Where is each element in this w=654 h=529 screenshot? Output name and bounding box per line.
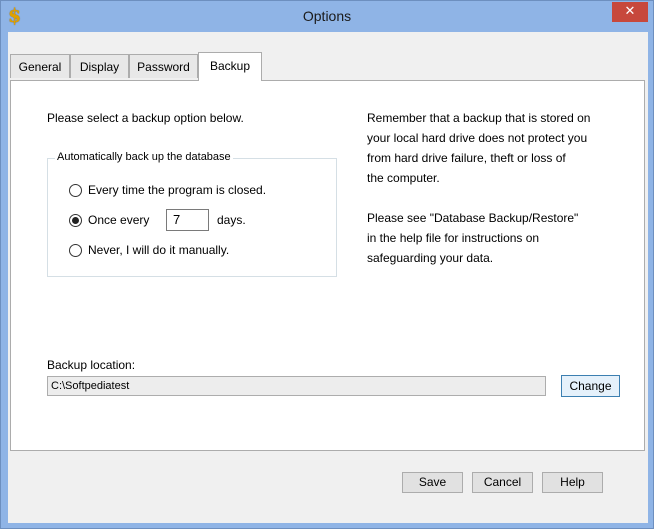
tab-general[interactable]: General <box>10 54 70 78</box>
radio-once-every[interactable] <box>69 214 82 227</box>
days-suffix-label: days. <box>217 213 246 227</box>
days-input[interactable]: 7 <box>166 209 209 231</box>
backup-tab-panel: Please select a backup option below. Aut… <box>10 80 645 451</box>
radio-every-close-label[interactable]: Every time the program is closed. <box>88 183 266 197</box>
backup-note-line-3: from hard drive failure, theft or loss o… <box>367 151 566 165</box>
backup-intro-text: Please select a backup option below. <box>47 111 244 125</box>
backup-note-line-1: Remember that a backup that is stored on <box>367 111 591 125</box>
radio-never-label[interactable]: Never, I will do it manually. <box>88 243 229 257</box>
help-note-line-3: safeguarding your data. <box>367 251 494 265</box>
dialog-body: General Display Password Backup Please s… <box>8 32 648 523</box>
help-button[interactable]: Help <box>542 472 603 493</box>
cancel-button[interactable]: Cancel <box>472 472 533 493</box>
options-window: $ Options ✕ General Display Password Bac… <box>0 0 654 529</box>
close-button[interactable]: ✕ <box>612 2 648 22</box>
radio-every-close[interactable] <box>69 184 82 197</box>
help-note-line-1: Please see "Database Backup/Restore" <box>367 211 579 225</box>
backup-location-label: Backup location: <box>47 358 136 372</box>
help-note-line-2: in the help file for instructions on <box>367 231 540 245</box>
radio-selected-dot <box>72 217 79 224</box>
title-bar[interactable]: $ Options ✕ <box>1 1 653 32</box>
window-title: Options <box>302 8 352 24</box>
radio-once-every-label[interactable]: Once every <box>88 213 149 227</box>
tab-password[interactable]: Password <box>129 54 198 78</box>
radio-never[interactable] <box>69 244 82 257</box>
save-button[interactable]: Save <box>402 472 463 493</box>
tab-display[interactable]: Display <box>70 54 129 78</box>
tab-backup[interactable]: Backup <box>198 52 262 81</box>
backup-location-field[interactable]: C:\Softpediatest <box>47 376 546 396</box>
backup-note-line-2: your local hard drive does not protect y… <box>367 131 588 145</box>
change-location-button[interactable]: Change <box>561 375 620 397</box>
auto-backup-group-label: Automatically back up the database <box>55 151 233 163</box>
backup-note-line-4: the computer. <box>367 171 440 185</box>
